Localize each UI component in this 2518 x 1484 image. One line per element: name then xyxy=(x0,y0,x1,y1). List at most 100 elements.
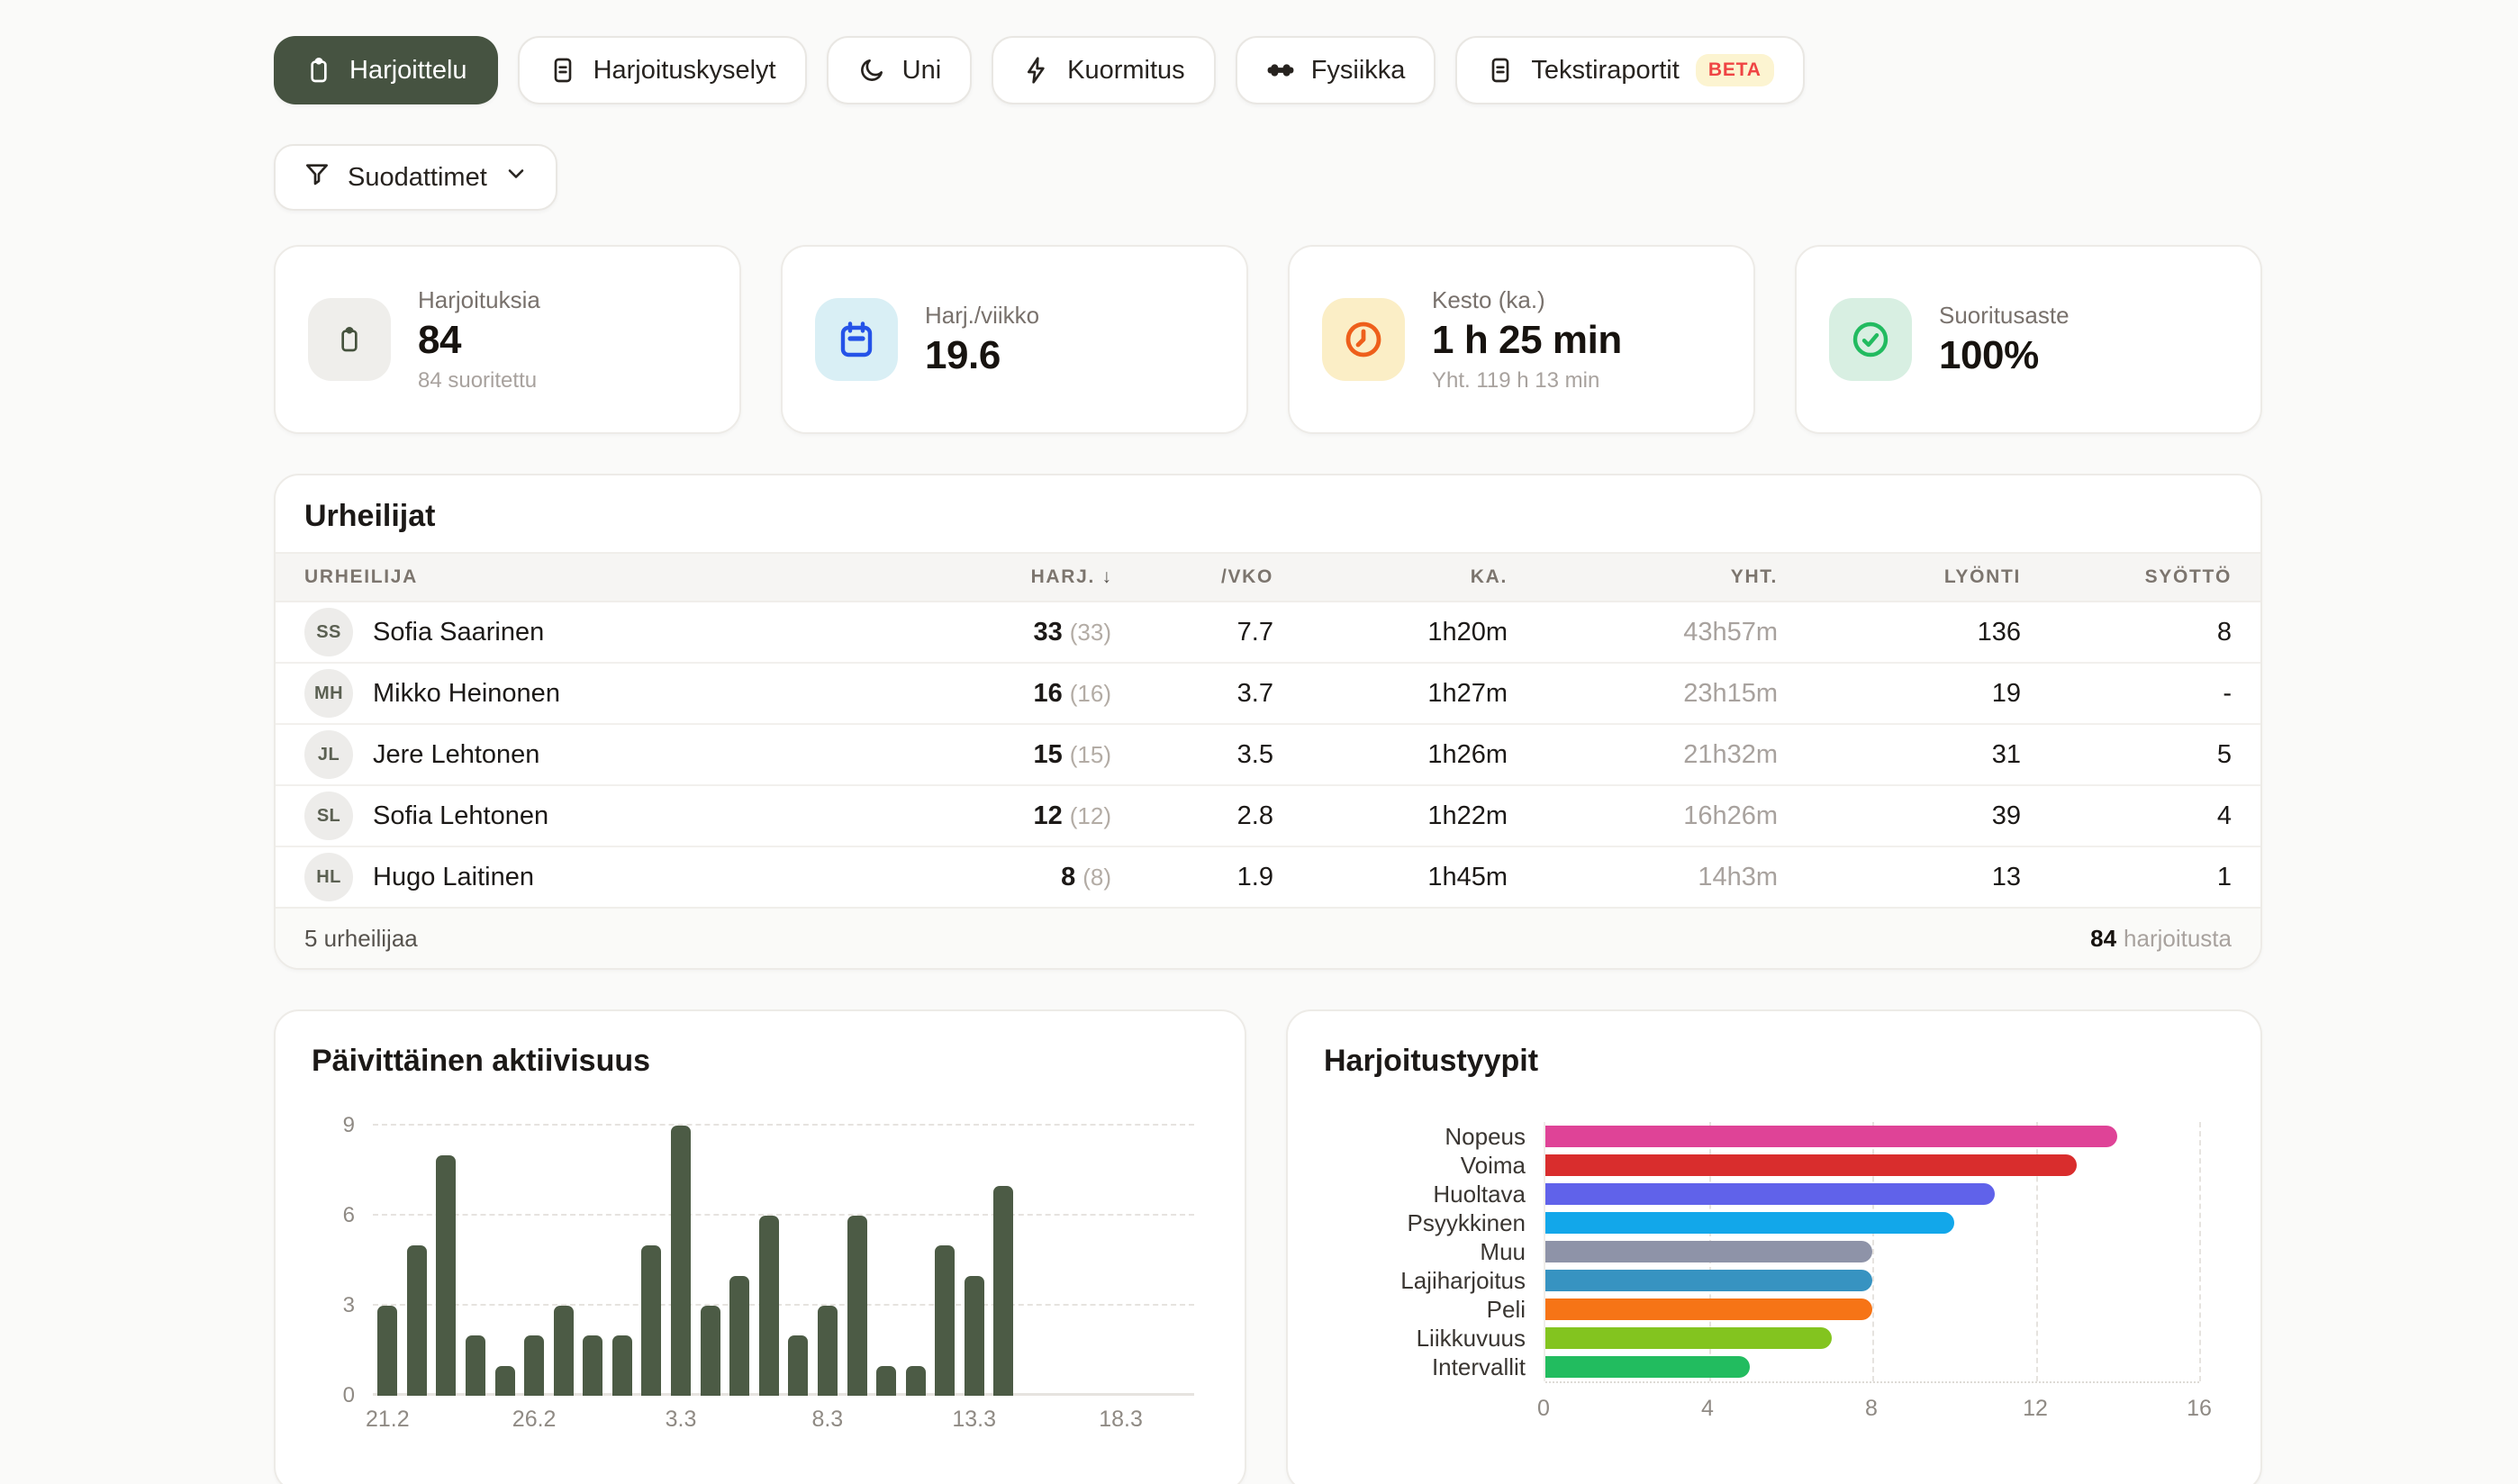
category-label: Nopeus xyxy=(1324,1122,1526,1151)
filters-button[interactable]: Suodattimet xyxy=(274,144,557,211)
daily-bar xyxy=(436,1155,456,1396)
y-tick-label: 9 xyxy=(343,1115,355,1136)
bar-slot xyxy=(1136,1126,1165,1396)
stat-value: 84 xyxy=(418,318,540,363)
column-header-ka[interactable]: KA. xyxy=(1273,566,1508,588)
avatar: SS xyxy=(304,608,353,656)
athlete-cell: SS Sofia Saarinen xyxy=(304,608,895,656)
column-header-lyonti[interactable]: LYÖNTI xyxy=(1778,566,2021,588)
table-row[interactable]: HLHugo Laitinen8(8)1.91h45m14h3m131 xyxy=(276,847,2260,907)
stat-card-suoritusaste: Suoritusaste100% xyxy=(1795,245,2262,434)
tab-uni[interactable]: Uni xyxy=(827,36,973,104)
bar-slot xyxy=(461,1126,491,1396)
harj-value: 8 xyxy=(1061,863,1075,891)
bar-slot xyxy=(1047,1126,1077,1396)
harj-value: 12 xyxy=(1033,801,1062,830)
daily-bar xyxy=(906,1366,926,1396)
ka-value: 1h27m xyxy=(1273,679,1508,709)
stat-label: Harj./viikko xyxy=(925,302,1039,330)
bar-slot xyxy=(1077,1126,1107,1396)
training-dashboard: Harjoittelu Harjoituskyselyt Uni Kuormitus F… xyxy=(0,0,2518,1484)
bar-slot xyxy=(783,1126,813,1396)
bar-slot xyxy=(989,1126,1019,1396)
tab-tekstiraportit[interactable]: TekstiraportitBETA xyxy=(1455,36,1804,104)
beta-badge: BETA xyxy=(1696,54,1774,86)
x-tick-label: 13.3 xyxy=(952,1407,996,1433)
bar-slot xyxy=(842,1126,872,1396)
category-label: Voima xyxy=(1324,1151,1526,1180)
calendar-icon xyxy=(815,298,898,381)
x-axis-labels: 21.226.23.38.313.318.3 xyxy=(373,1407,1194,1443)
yht-value: 16h26m xyxy=(1508,801,1778,831)
daily-bar xyxy=(876,1366,896,1396)
tab-harjoituskyselyt[interactable]: Harjoituskyselyt xyxy=(518,36,807,104)
column-header-syotto[interactable]: SYÖTTÖ xyxy=(2021,566,2232,588)
table-row[interactable]: MHMikko Heinonen16(16)3.71h27m23h15m19- xyxy=(276,664,2260,725)
type-bar xyxy=(1545,1327,1832,1349)
type-bar xyxy=(1545,1270,1872,1291)
daily-bar xyxy=(935,1245,955,1396)
ka-value: 1h20m xyxy=(1273,618,1508,647)
bar-row xyxy=(1545,1122,2199,1151)
document-icon xyxy=(548,56,577,85)
tab-kuormitus[interactable]: Kuormitus xyxy=(992,36,1216,104)
category-label: Lajiharjoitus xyxy=(1324,1266,1526,1295)
ka-value: 1h26m xyxy=(1273,740,1508,770)
daily-bar xyxy=(759,1216,779,1396)
daily-bar xyxy=(641,1245,661,1396)
harj-value: 15 xyxy=(1033,740,1062,769)
x-tick-label: 8 xyxy=(1865,1396,1878,1422)
lyonti-value: 39 xyxy=(1778,801,2021,831)
athlete-name: Sofia Saarinen xyxy=(373,618,544,647)
bar-row xyxy=(1545,1295,2199,1324)
tab-fysiikka[interactable]: Fysiikka xyxy=(1236,36,1436,104)
clipboard-icon xyxy=(308,298,391,381)
content-area: Harjoittelu Harjoituskyselyt Uni Kuormitus F… xyxy=(274,0,2262,1484)
daily-activity-title: Päivittäinen aktiivisuus xyxy=(312,1044,1209,1079)
column-header-harj[interactable]: HARJ. ↓ xyxy=(895,566,1111,588)
category-label: Muu xyxy=(1324,1237,1526,1266)
bar-slot xyxy=(872,1126,901,1396)
bar-row xyxy=(1545,1151,2199,1180)
column-header-yht[interactable]: YHT. xyxy=(1508,566,1778,588)
table-row[interactable]: SLSofia Lehtonen12(12)2.81h22m16h26m394 xyxy=(276,786,2260,847)
type-bar xyxy=(1545,1154,2077,1176)
x-tick-label: 26.2 xyxy=(512,1407,557,1433)
bar-slot xyxy=(1106,1126,1136,1396)
harj-value: 16 xyxy=(1033,679,1062,708)
stat-label: Harjoituksia xyxy=(418,286,540,314)
category-labels: NopeusVoimaHuoltavaPsyykkinenMuuLajiharj… xyxy=(1324,1122,1526,1381)
category-label: Intervallit xyxy=(1324,1353,1526,1381)
bar-row xyxy=(1545,1208,2199,1237)
daily-bar xyxy=(377,1306,397,1396)
vko-value: 3.5 xyxy=(1111,740,1273,770)
syotto-value: 5 xyxy=(2021,740,2232,770)
bar-slot xyxy=(548,1126,578,1396)
daily-bar xyxy=(729,1276,749,1396)
lyonti-value: 13 xyxy=(1778,863,2021,892)
daily-bar xyxy=(788,1335,808,1396)
bar-slot xyxy=(608,1126,638,1396)
column-header-vko[interactable]: /VKO xyxy=(1111,566,1273,588)
moon-icon xyxy=(857,56,886,85)
harj-completed-value: (12) xyxy=(1070,802,1111,829)
bar-row xyxy=(1545,1237,2199,1266)
lyonti-value: 31 xyxy=(1778,740,2021,770)
tab-bar: Harjoittelu Harjoituskyselyt Uni Kuormitus F… xyxy=(274,36,2262,104)
table-row[interactable]: JLJere Lehtonen15(15)3.51h26m21h32m315 xyxy=(276,725,2260,786)
tab-label: Uni xyxy=(902,56,942,86)
daily-bar xyxy=(993,1186,1013,1396)
column-header-urheilija[interactable]: URHEILIJA xyxy=(304,566,895,588)
yht-value: 14h3m xyxy=(1508,863,1778,892)
y-tick-label: 0 xyxy=(343,1385,355,1407)
table-row[interactable]: SSSofia Saarinen33(33)7.71h20m43h57m1368 xyxy=(276,602,2260,664)
training-types-chart-card: Harjoitustyypit NopeusVoimaHuoltavaPsyyk… xyxy=(1286,1009,2262,1484)
category-label: Psyykkinen xyxy=(1324,1208,1526,1237)
bar-slot xyxy=(1165,1126,1195,1396)
avatar: HL xyxy=(304,853,353,901)
x-axis-line xyxy=(1545,1381,2199,1383)
tab-harjoittelu[interactable]: Harjoittelu xyxy=(274,36,498,104)
y-tick-label: 3 xyxy=(343,1295,355,1317)
harj-cell: 33(33) xyxy=(895,618,1111,647)
harj-completed-value: (15) xyxy=(1070,741,1111,768)
